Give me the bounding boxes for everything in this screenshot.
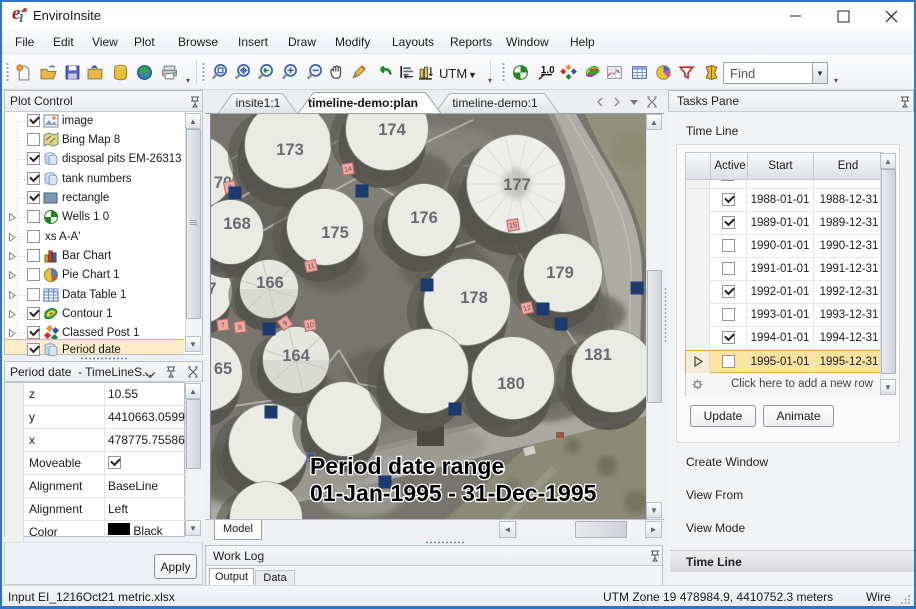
svg-text:176: 176 — [410, 209, 438, 227]
svg-text:14: 14 — [344, 166, 353, 174]
svg-text:177: 177 — [503, 176, 531, 194]
svg-text:173: 173 — [276, 141, 304, 159]
svg-text:timeline-demo:plan: timeline-demo:plan — [308, 96, 418, 110]
svg-text:65: 65 — [214, 360, 232, 378]
svg-text:166: 166 — [256, 274, 284, 292]
svg-text:178: 178 — [460, 289, 488, 307]
svg-text:164: 164 — [282, 347, 310, 365]
svg-text:01-Jan-1995 - 31-Dec-1995: 01-Jan-1995 - 31-Dec-1995 — [310, 480, 597, 506]
svg-text:168: 168 — [223, 215, 251, 233]
svg-text:insite1:1: insite1:1 — [236, 96, 281, 110]
svg-text:180: 180 — [497, 375, 525, 393]
svg-text:Period date range: Period date range — [310, 453, 504, 479]
svg-text:timeline-demo:1: timeline-demo:1 — [452, 96, 538, 110]
svg-text:10: 10 — [306, 322, 315, 330]
svg-text:179: 179 — [546, 264, 574, 282]
svg-text:11: 11 — [307, 263, 316, 271]
svg-text:15: 15 — [509, 222, 518, 230]
svg-text:175: 175 — [321, 224, 349, 242]
svg-text:174: 174 — [378, 121, 406, 139]
svg-text:7: 7 — [211, 280, 217, 298]
svg-text:181: 181 — [584, 346, 612, 364]
